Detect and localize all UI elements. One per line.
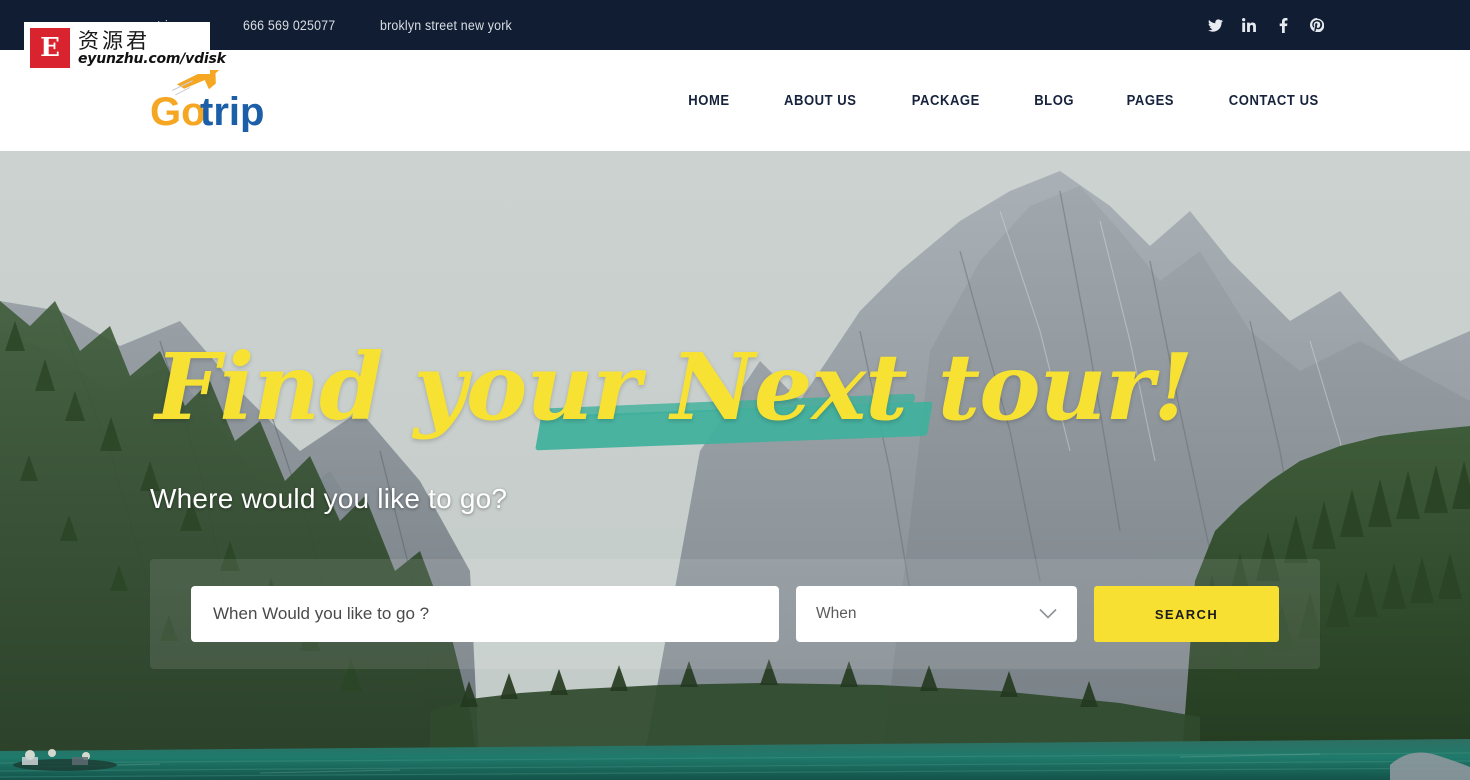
hero-subtitle: Where would you like to go? <box>150 483 508 514</box>
nav-item-package[interactable]: PACKAGE <box>891 93 1002 109</box>
when-select-label: When <box>816 605 857 622</box>
linkedin-icon[interactable] <box>1241 17 1257 33</box>
hero-section: Find your Next tour! Where would you lik… <box>0 151 1470 780</box>
when-select[interactable]: When <box>796 586 1077 642</box>
pinterest-icon[interactable] <box>1309 17 1325 33</box>
hero-headline: Find your Next tour! <box>155 333 1193 441</box>
site-logo[interactable]: Go trip <box>150 69 275 132</box>
destination-input[interactable] <box>191 586 779 642</box>
facebook-icon[interactable] <box>1275 17 1291 33</box>
twitter-icon[interactable] <box>1207 17 1223 33</box>
social-links <box>1207 17 1470 33</box>
nav-item-blog[interactable]: BLOG <box>1013 93 1096 109</box>
nav-item-about-us[interactable]: ABOUT US <box>762 93 878 109</box>
watermark-logo-letter: E <box>40 33 60 63</box>
main-navigation: HOME ABOUT US PACKAGE BLOG PAGES CONTACT… <box>662 93 1470 109</box>
watermark-text: 资源君 eyunzhu.com/vdisk <box>78 30 226 67</box>
watermark-cn-text: 资源君 <box>78 28 150 53</box>
watermark-overlay: E 资源君 eyunzhu.com/vdisk <box>24 22 226 74</box>
svg-text:Go: Go <box>150 90 206 132</box>
svg-text:trip: trip <box>200 90 264 132</box>
nav-item-pages[interactable]: PAGES <box>1105 93 1196 109</box>
hero-content: Find your Next tour! Where would you lik… <box>150 151 1320 780</box>
contact-address: broklyn street new york <box>379 17 512 33</box>
watermark-url-text: eyunzhu.com/vdisk <box>78 50 226 67</box>
search-button[interactable]: SEARCH <box>1094 586 1279 642</box>
hero-search-panel: When SEARCH <box>150 559 1320 669</box>
nav-item-home[interactable]: HOME <box>667 93 752 109</box>
nav-item-contact-us[interactable]: CONTACT US <box>1207 93 1319 109</box>
watermark-logo-icon: E <box>30 28 70 68</box>
chevron-down-icon <box>1039 608 1057 620</box>
contact-phone[interactable]: 666 569 025077 <box>243 18 335 33</box>
